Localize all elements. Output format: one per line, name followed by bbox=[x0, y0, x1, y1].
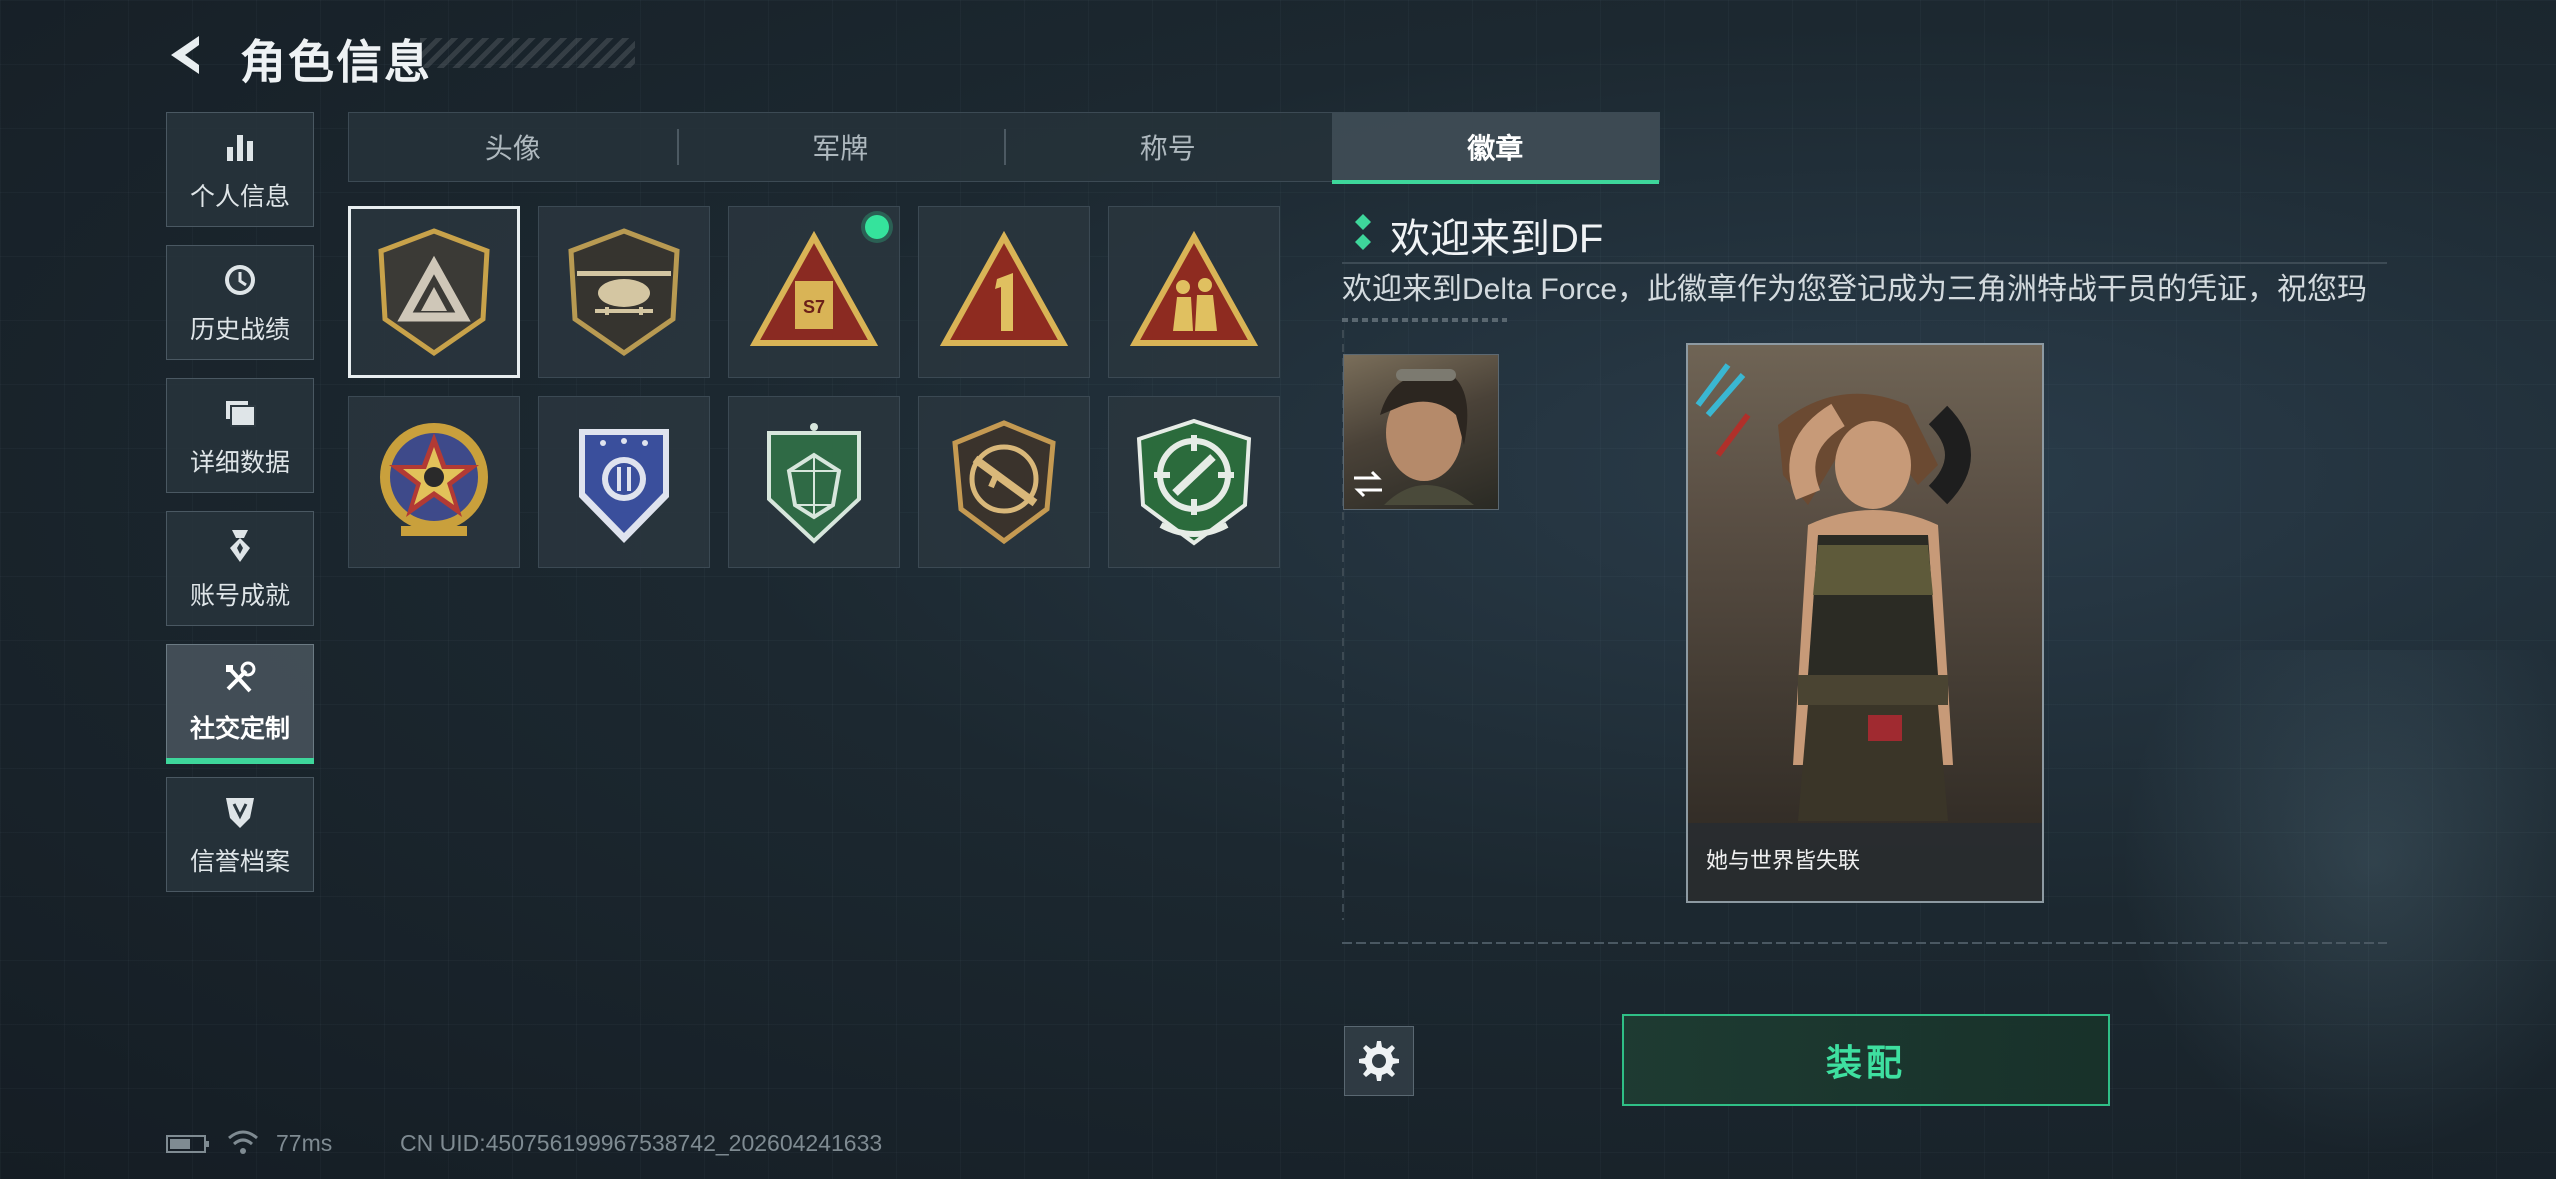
description-scroll-indicator bbox=[1342, 318, 1507, 322]
back-button[interactable] bbox=[165, 30, 215, 80]
nav-item-label: 信誉档案 bbox=[189, 847, 290, 876]
operator-card: 她与世界皆失联 bbox=[1686, 343, 2044, 903]
soldiers-triangle-badge-icon bbox=[1129, 230, 1259, 346]
nav-item-label: 账号成就 bbox=[189, 581, 290, 610]
delta-triangle-badge-icon bbox=[378, 228, 490, 357]
nav-item-label: 个人信息 bbox=[189, 182, 290, 211]
battery-icon bbox=[166, 1135, 209, 1153]
blue-shield-badge-icon bbox=[579, 429, 669, 543]
title-divider bbox=[1342, 262, 2387, 264]
badge-cell[interactable] bbox=[348, 396, 520, 568]
svg-text:S7: S7 bbox=[803, 297, 825, 317]
wifi-icon bbox=[228, 1130, 258, 1154]
user-uid: CN UID:450756199967538742_202604241633 bbox=[400, 1130, 883, 1156]
badge-cell[interactable] bbox=[1108, 206, 1280, 378]
badge-cell[interactable] bbox=[538, 396, 710, 568]
gear-icon bbox=[1359, 1041, 1399, 1081]
settings-button[interactable] bbox=[1344, 1026, 1414, 1096]
nav-item-history[interactable]: 历史战绩 bbox=[166, 245, 314, 360]
badge-cell[interactable] bbox=[918, 206, 1090, 378]
nav-item-reputation[interactable]: 信誉档案 bbox=[166, 777, 314, 892]
back-arrow-icon bbox=[171, 36, 199, 74]
badge-cell[interactable] bbox=[1108, 396, 1280, 568]
background-glow bbox=[2100, 650, 2556, 1179]
diamond-marker-icon bbox=[1355, 214, 1371, 250]
title-decoration bbox=[420, 38, 635, 68]
page-title: 角色信息 bbox=[240, 36, 432, 88]
badge-cell[interactable] bbox=[538, 206, 710, 378]
bar-chart-icon bbox=[220, 127, 260, 167]
nav-item-label: 详细数据 bbox=[189, 448, 290, 477]
new-indicator bbox=[865, 215, 889, 239]
shield-emblem-icon bbox=[220, 792, 260, 832]
card-caption: 她与世界皆失联 bbox=[1706, 848, 1861, 873]
folder-icon bbox=[220, 393, 260, 433]
nav-item-achievements[interactable]: 账号成就 bbox=[166, 511, 314, 626]
s7-triangle-badge-icon: S7 bbox=[749, 230, 879, 346]
nav-item-detailed-data[interactable]: 详细数据 bbox=[166, 378, 314, 493]
nav-item-label: 历史战绩 bbox=[189, 315, 290, 344]
tab-title[interactable]: 称号 bbox=[1004, 113, 1332, 181]
rifle-badge-icon bbox=[952, 420, 1056, 545]
badge-cell[interactable] bbox=[728, 396, 900, 568]
star-skull-badge-icon bbox=[380, 423, 488, 536]
ping-latency: 77ms bbox=[276, 1130, 333, 1156]
swap-arrows-icon[interactable] bbox=[1350, 466, 1386, 502]
badge-title: 欢迎来到DF bbox=[1390, 217, 1604, 261]
nav-item-social-custom[interactable]: 社交定制 bbox=[166, 644, 314, 764]
medal-icon bbox=[220, 526, 260, 566]
badge-cell[interactable]: S7 bbox=[728, 206, 900, 378]
helicopter-badge-icon bbox=[568, 228, 680, 357]
equip-button-label: 装配 bbox=[1825, 1042, 1906, 1083]
nav-item-label: 社交定制 bbox=[189, 714, 290, 743]
panel-divider bbox=[1342, 942, 2387, 944]
badge-description: 欢迎来到Delta Force，此徽章作为您登记成为三角洲特战干员的凭证，祝您玛 bbox=[1342, 273, 2368, 306]
badge-cell[interactable] bbox=[348, 206, 520, 378]
green-crosshair-badge-icon bbox=[1136, 418, 1252, 546]
number-one-triangle-badge-icon bbox=[939, 230, 1069, 346]
tab-bar: 头像 军牌 称号 徽章 bbox=[348, 112, 1660, 184]
badge-cell[interactable] bbox=[918, 396, 1090, 568]
nav-item-personal-info[interactable]: 个人信息 bbox=[166, 112, 314, 227]
operator-card-illustration bbox=[1695, 363, 1971, 821]
tools-icon bbox=[220, 659, 260, 699]
tab-badge[interactable]: 徽章 bbox=[1331, 113, 1659, 184]
history-clock-icon bbox=[220, 260, 260, 300]
equip-button[interactable]: 装配 bbox=[1622, 1014, 2110, 1106]
green-gem-badge-icon bbox=[767, 423, 861, 544]
tab-dogtag[interactable]: 军牌 bbox=[676, 113, 1005, 181]
tab-avatar[interactable]: 头像 bbox=[349, 113, 677, 181]
